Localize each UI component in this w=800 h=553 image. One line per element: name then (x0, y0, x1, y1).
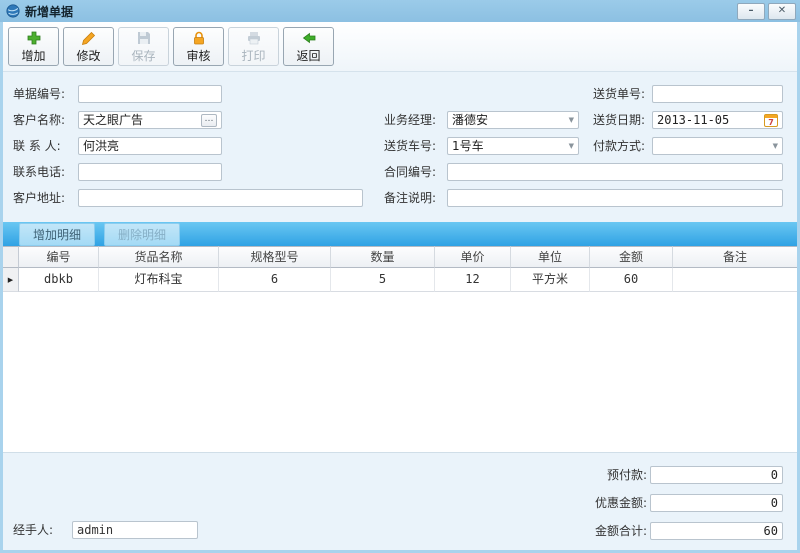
contact-person-input[interactable]: 何洪亮 (78, 137, 222, 155)
grid-header-row: 编号 货品名称 规格型号 数量 单价 单位 金额 备注 (3, 246, 797, 268)
doc-no-label: 单据编号: (13, 85, 65, 103)
customer-address-input[interactable] (78, 189, 363, 207)
contact-phone-label: 联系电话: (13, 163, 65, 181)
back-button[interactable]: 返回 (283, 27, 334, 66)
prepayment-input[interactable]: 0 (650, 466, 783, 484)
totals-footer: 预付款: 0 优惠金额: 0 金额合计: 60 经手人: admin (3, 452, 797, 550)
customer-name-input[interactable]: 天之眼广告 … (78, 111, 222, 129)
col-header-code[interactable]: 编号 (19, 246, 99, 268)
save-button-label: 保存 (131, 47, 155, 64)
contract-no-input[interactable] (447, 163, 783, 181)
prepayment-label: 预付款: (607, 466, 647, 484)
cell-price[interactable]: 12 (435, 268, 511, 292)
back-arrow-icon (301, 30, 317, 46)
delete-detail-button: 删除明细 (104, 223, 180, 246)
grid-selector-header (3, 246, 19, 268)
main-toolbar: 增加 修改 保存 审核 打印 返回 (3, 22, 797, 72)
minimize-icon: – (749, 5, 754, 16)
edit-button-label: 修改 (76, 47, 100, 64)
total-amount-input[interactable]: 60 (650, 522, 783, 540)
row-selector-icon[interactable]: ▶ (3, 268, 19, 292)
vehicle-no-select[interactable]: 1号车 ▼ (447, 137, 579, 155)
remarks-input[interactable] (447, 189, 783, 207)
business-manager-label: 业务经理: (384, 111, 436, 129)
doc-no-input[interactable] (78, 85, 222, 103)
chevron-down-icon: ▼ (569, 112, 574, 128)
delivery-no-input[interactable] (652, 85, 783, 103)
save-icon (136, 30, 152, 46)
ellipsis-icon: … (205, 114, 214, 124)
detail-toolbar: 增加明细 删除明细 (3, 222, 797, 246)
close-icon: ✕ (778, 5, 786, 16)
payment-method-label: 付款方式: (593, 137, 645, 155)
window-content: 增加 修改 保存 审核 打印 返回 (3, 22, 797, 550)
table-row[interactable]: ▶ dbkb 灯布科宝 6 5 12 平方米 60 (3, 268, 797, 292)
col-header-remark[interactable]: 备注 (673, 246, 797, 268)
audit-lock-icon (191, 30, 207, 46)
cell-spec[interactable]: 6 (219, 268, 331, 292)
add-icon (26, 30, 42, 46)
print-icon (246, 30, 262, 46)
col-header-product[interactable]: 货品名称 (99, 246, 219, 268)
payment-method-select[interactable]: ▼ (652, 137, 783, 155)
back-button-label: 返回 (296, 47, 320, 64)
business-manager-select[interactable]: 潘德安 ▼ (447, 111, 579, 129)
col-header-price[interactable]: 单价 (435, 246, 511, 268)
audit-button-label: 审核 (186, 47, 210, 64)
detail-grid: 编号 货品名称 规格型号 数量 单价 单位 金额 备注 ▶ dbkb 灯布科宝 … (3, 246, 797, 452)
handler-label: 经手人: (13, 521, 53, 539)
add-detail-button[interactable]: 增加明细 (19, 223, 95, 246)
edit-icon (81, 30, 97, 46)
audit-button[interactable]: 审核 (173, 27, 224, 66)
close-button[interactable]: ✕ (768, 3, 796, 20)
col-header-amount[interactable]: 金额 (590, 246, 673, 268)
discount-label: 优惠金额: (595, 494, 647, 512)
titlebar: 新增单据 – ✕ (0, 0, 800, 22)
remarks-label: 备注说明: (384, 189, 436, 207)
discount-input[interactable]: 0 (650, 494, 783, 512)
col-header-qty[interactable]: 数量 (331, 246, 435, 268)
contact-phone-input[interactable] (78, 163, 222, 181)
save-button: 保存 (118, 27, 169, 66)
add-button-label: 增加 (21, 47, 45, 64)
customer-lookup-button[interactable]: … (201, 114, 217, 127)
window: 新增单据 – ✕ 增加 修改 保存 审核 (0, 0, 800, 553)
window-title: 新增单据 (25, 3, 73, 20)
delivery-date-label: 送货日期: (593, 111, 645, 129)
delivery-no-label: 送货单号: (593, 85, 645, 103)
cell-product[interactable]: 灯布科宝 (99, 268, 219, 292)
add-button[interactable]: 增加 (8, 27, 59, 66)
globe-icon (6, 4, 20, 18)
minimize-button[interactable]: – (737, 3, 765, 20)
cell-amount[interactable]: 60 (590, 268, 673, 292)
cell-remark[interactable] (673, 268, 797, 292)
col-header-unit[interactable]: 单位 (511, 246, 590, 268)
cell-unit[interactable]: 平方米 (511, 268, 590, 292)
total-amount-label: 金额合计: (595, 522, 647, 540)
col-header-spec[interactable]: 规格型号 (219, 246, 331, 268)
cell-code[interactable]: dbkb (19, 268, 99, 292)
calendar-icon[interactable]: 7 (764, 114, 778, 127)
contact-person-label: 联 系 人: (13, 137, 61, 155)
cell-qty[interactable]: 5 (331, 268, 435, 292)
delivery-date-input[interactable]: 2013-11-05 7 (652, 111, 783, 129)
customer-name-label: 客户名称: (13, 111, 65, 129)
edit-button[interactable]: 修改 (63, 27, 114, 66)
print-button: 打印 (228, 27, 279, 66)
handler-input[interactable]: admin (72, 521, 198, 539)
customer-address-label: 客户地址: (13, 189, 65, 207)
contract-no-label: 合同编号: (384, 163, 436, 181)
window-controls: – ✕ (737, 3, 796, 20)
print-button-label: 打印 (241, 47, 265, 64)
chevron-down-icon: ▼ (773, 138, 778, 154)
header-form: 单据编号: 送货单号: 客户名称: 天之眼广告 … 业务经理: 潘德安 ▼ 送货… (3, 72, 797, 222)
vehicle-no-label: 送货车号: (384, 137, 436, 155)
chevron-down-icon: ▼ (569, 138, 574, 154)
